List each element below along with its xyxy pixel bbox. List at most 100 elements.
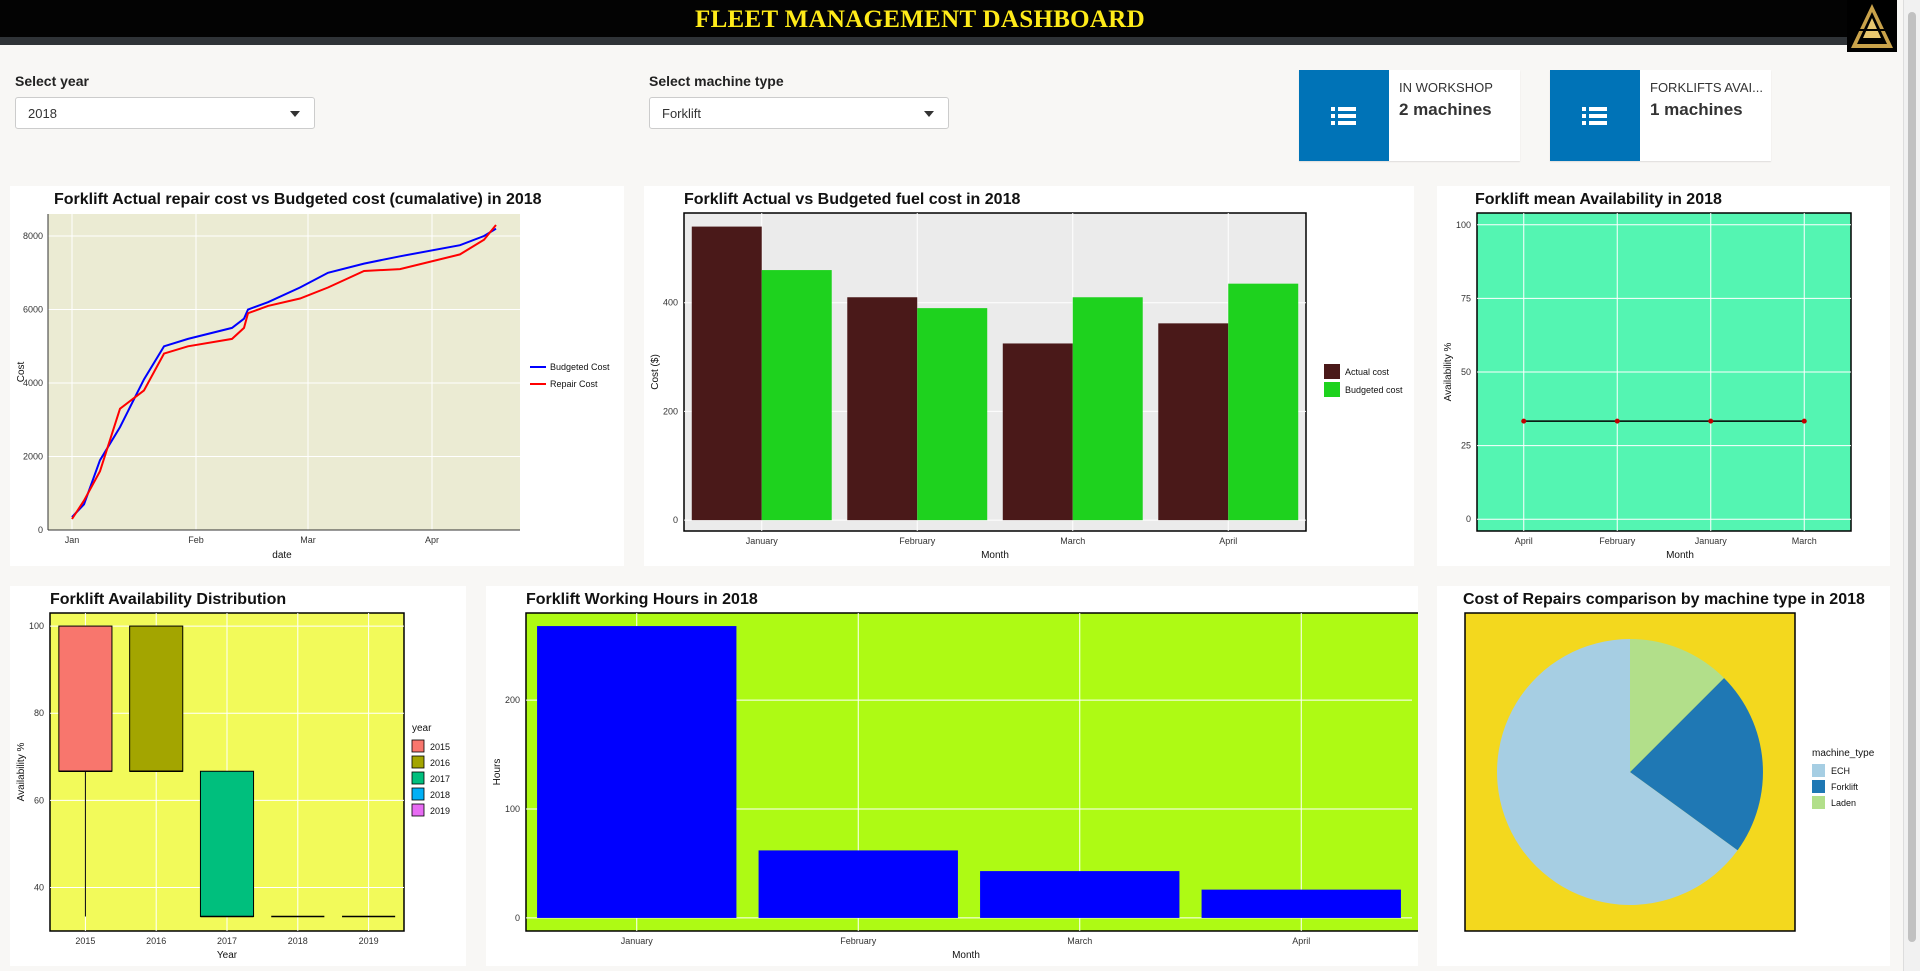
y-tick-label: 400	[663, 298, 678, 308]
box	[129, 625, 184, 772]
legend-label: Repair Cost	[550, 379, 598, 389]
y-axis-label: Hours	[492, 759, 503, 786]
fuel-cost-chart-box: Forklift Actual vs Budgeted fuel cost in…	[644, 186, 1414, 566]
y-tick-label: 2000	[23, 452, 43, 462]
y-axis-label: Availability %	[16, 743, 27, 802]
legend-key	[411, 787, 425, 801]
data-point	[1521, 418, 1527, 424]
scrollbar-thumb[interactable]	[1908, 12, 1916, 942]
box	[58, 625, 113, 772]
x-tick-label: Mar	[300, 535, 316, 545]
year-select[interactable]: 2018	[15, 97, 315, 129]
y-tick-label: 0	[515, 913, 520, 923]
legend-key	[411, 771, 425, 785]
legend-label: Budgeted cost	[1345, 385, 1403, 395]
bar	[847, 297, 918, 521]
y-tick-label: 50	[1461, 367, 1471, 377]
machine-type-select[interactable]: Forklift	[649, 97, 949, 129]
y-tick-label: 40	[34, 882, 44, 892]
x-tick-label: 2017	[217, 936, 237, 946]
plot-panel	[48, 214, 520, 530]
legend-label: 2018	[430, 790, 450, 800]
legend-key	[411, 803, 425, 817]
in-workshop-label: IN WORKSHOP	[1399, 80, 1493, 95]
list-icon	[1299, 70, 1389, 161]
bar	[1072, 297, 1143, 521]
working-hours-chart-box: Forklift Working Hours in 2018 0 100 200 Ja…	[486, 586, 1418, 966]
y-axis-label: Availability %	[1443, 343, 1454, 402]
availability-chart-box: Forklift mean Availability in 2018 0 25 50…	[1437, 186, 1890, 566]
repair-cost-pie-chart-box: Cost of Repairs comparison by machine ty…	[1437, 586, 1890, 966]
x-tick-label: March	[1067, 936, 1092, 946]
chart-title: Forklift mean Availability in 2018	[1475, 191, 1722, 208]
x-tick-label: 2019	[359, 936, 379, 946]
x-tick-label: 2015	[75, 936, 95, 946]
x-tick-label: Feb	[188, 535, 204, 545]
legend-label: 2015	[430, 742, 450, 752]
y-axis-label: Cost	[16, 361, 27, 382]
legend-key	[1324, 364, 1340, 379]
year-select-value: 2018	[28, 106, 57, 121]
legend-key	[1324, 382, 1340, 397]
bar	[917, 308, 988, 521]
legend-key	[411, 739, 425, 753]
y-tick-label: 25	[1461, 441, 1471, 451]
legend-label: 2017	[430, 774, 450, 784]
x-axis-label: Month	[981, 550, 1009, 561]
y-tick-label: 200	[663, 406, 678, 416]
legend-label: ECH	[1831, 766, 1850, 776]
availability-distribution-chart-box: Forklift Availability Distribution 40 60 8…	[10, 586, 466, 966]
availability-chart: Forklift mean Availability in 2018 0 25 50…	[1443, 191, 1852, 561]
y-tick-label: 0	[1466, 514, 1471, 524]
y-tick-label: 60	[34, 795, 44, 805]
y-axis-label: Cost ($)	[650, 354, 661, 390]
bar	[1002, 343, 1073, 521]
legend-key	[1812, 780, 1825, 793]
y-tick-label: 100	[1456, 220, 1471, 230]
x-axis-label: date	[272, 550, 292, 561]
bar	[1228, 283, 1299, 521]
bar	[691, 226, 762, 521]
y-tick-label: 8000	[23, 231, 43, 241]
legend-label: 2016	[430, 758, 450, 768]
forklifts-available-infobox: FORKLIFTS AVAI... 1 machines	[1550, 70, 1771, 161]
chart-title: Forklift Working Hours in 2018	[526, 591, 758, 608]
y-tick-label: 75	[1461, 293, 1471, 303]
legend-label: Actual cost	[1345, 367, 1390, 377]
legend-title: year	[412, 723, 432, 734]
x-tick-label: Apr	[425, 535, 439, 545]
y-tick-label: 0	[38, 525, 43, 535]
dashboard-header: FLEET MANAGEMENT DASHBOARD	[0, 0, 1897, 45]
data-point	[1614, 418, 1620, 424]
data-point	[1801, 418, 1807, 424]
forklifts-available-value: 1 machines	[1650, 100, 1743, 119]
y-tick-label: 6000	[23, 305, 43, 315]
triangle-logo-icon[interactable]	[1847, 0, 1897, 52]
y-tick-label: 0	[673, 515, 678, 525]
dashboard-title: FLEET MANAGEMENT DASHBOARD	[695, 6, 1145, 33]
legend-label: Laden	[1831, 798, 1856, 808]
legend-key	[1812, 796, 1825, 809]
data-point	[1708, 418, 1714, 424]
x-tick-label: 2018	[288, 936, 308, 946]
y-tick-label: 100	[505, 804, 520, 814]
x-tick-label: 2016	[146, 936, 166, 946]
chart-title: Forklift Actual vs Budgeted fuel cost in…	[684, 191, 1020, 208]
x-tick-label: March	[1792, 536, 1817, 546]
x-tick-label: January	[1695, 536, 1728, 546]
box	[199, 770, 255, 917]
chart-title: Forklift Actual repair cost vs Budgeted …	[54, 191, 542, 208]
bar	[758, 850, 958, 918]
machine-type-select-value: Forklift	[662, 106, 701, 121]
x-tick-label: March	[1060, 536, 1085, 546]
in-workshop-value: 2 machines	[1399, 100, 1492, 119]
bar	[1158, 323, 1229, 521]
chevron-down-icon	[924, 111, 934, 117]
x-axis-label: Month	[952, 950, 980, 961]
x-tick-label: January	[621, 936, 654, 946]
page-scrollbar[interactable]	[1903, 0, 1920, 971]
legend-key	[1812, 764, 1825, 777]
y-tick-label: 80	[34, 708, 44, 718]
repair-cost-chart: Forklift Actual repair cost vs Budgeted …	[16, 191, 610, 561]
x-tick-label: February	[899, 536, 936, 546]
